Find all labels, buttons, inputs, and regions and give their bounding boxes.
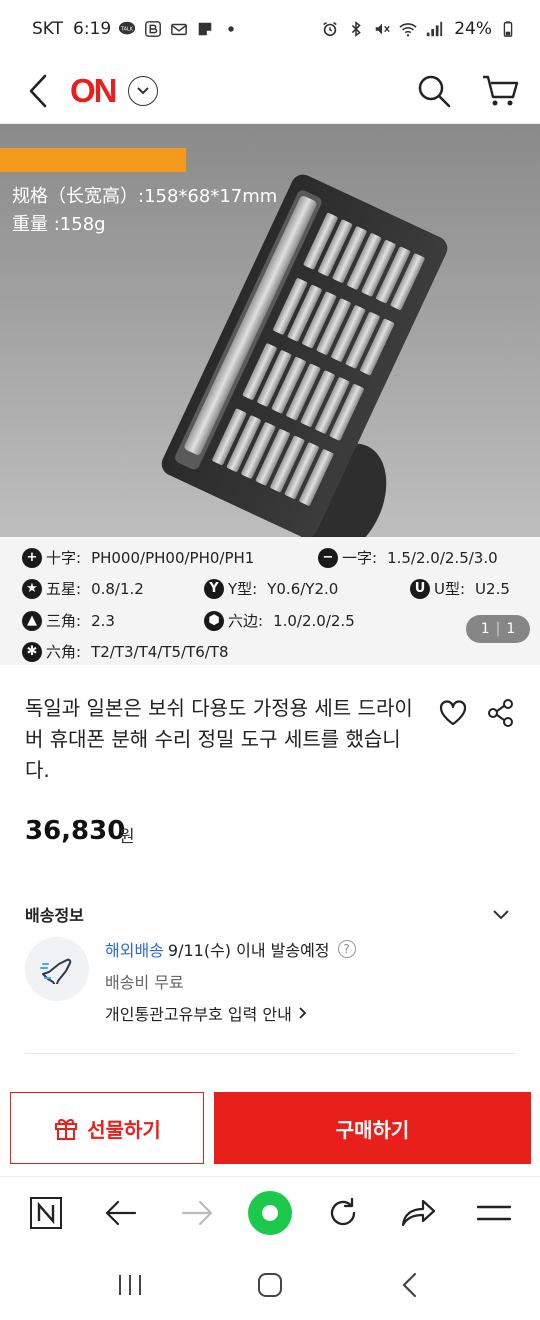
system-back-button[interactable] [385, 1260, 435, 1310]
battery-percent: 24% [454, 19, 492, 39]
wishlist-button[interactable] [438, 698, 468, 728]
refresh-icon [331, 1197, 356, 1225]
system-home-button[interactable] [245, 1260, 295, 1310]
shipping-fee: 배송비 무료 [105, 973, 184, 992]
product-image-carousel[interactable]: 规格（长宽高）:158*68*17mm 重量 :158g + 十字: PH000… [0, 124, 540, 665]
battery-icon [498, 19, 518, 39]
gift-icon [55, 1118, 78, 1140]
chevron-left-icon [29, 74, 47, 107]
price-value: 36,830 [25, 816, 126, 846]
back-button[interactable] [20, 69, 56, 113]
cart-button[interactable] [480, 71, 520, 111]
screwdriver-set-photo [161, 174, 448, 539]
browser-share-button[interactable] [395, 1189, 443, 1237]
star-icon: ★ [22, 578, 42, 599]
browser-back-button[interactable] [97, 1189, 145, 1237]
spec-item-flat: − 一字: 1.5/2.0/2.5/3.0 [318, 547, 498, 568]
y-type-icon: Y [204, 578, 224, 599]
price-unit: 원 [119, 827, 135, 847]
browser-home-button[interactable] [247, 1190, 292, 1235]
buy-button[interactable]: 구매하기 [214, 1092, 531, 1164]
status-bar: SKT 6:19 TALK 24% [0, 0, 540, 58]
service-menu-dropdown[interactable] [127, 75, 158, 106]
overseas-shipping-label: 해외배송 [105, 941, 164, 960]
share-button[interactable] [486, 698, 516, 728]
note-icon [195, 19, 215, 39]
customs-guide-link[interactable]: 개인통관고유부호 입력 안내 [105, 1001, 308, 1025]
image-spec-weight: 重量 :158g [12, 214, 106, 235]
browser-forward-button[interactable] [173, 1189, 221, 1237]
torx-icon: ✱ [22, 641, 42, 662]
refresh-button[interactable] [319, 1189, 367, 1237]
app-header: ON [0, 58, 540, 124]
counter-separator: | [495, 621, 501, 637]
hamburger-icon [477, 1205, 512, 1220]
home-icon [258, 1273, 282, 1297]
signal-icon [424, 19, 444, 39]
phillips-icon: + [22, 547, 42, 568]
chevron-down-icon [136, 86, 149, 94]
header-actions [414, 71, 520, 111]
purchase-action-bar: 선물하기 구매하기 [10, 1092, 531, 1164]
spec-item-phillips: + 十字: PH000/PH00/PH0/PH1 [22, 547, 254, 568]
shipping-schedule: 해외배송 9/11(수) 이내 발송예정 ? [105, 937, 356, 961]
chevron-right-icon [299, 1007, 307, 1019]
help-icon[interactable]: ? [337, 940, 356, 958]
share-arrow-icon [401, 1199, 435, 1226]
n-logo-icon [29, 1196, 62, 1229]
chevron-down-icon [493, 910, 509, 920]
spec-item-y-type: Y Y型: Y0.6/Y2.0 [204, 578, 338, 599]
arrow-left-icon [106, 1200, 137, 1225]
search-icon [418, 75, 451, 107]
u-type-icon: U [410, 578, 430, 599]
svg-text:TALK: TALK [120, 26, 134, 32]
wifi-icon [398, 19, 418, 39]
gift-button[interactable]: 선물하기 [10, 1092, 204, 1164]
status-right: 24% [320, 19, 518, 39]
recents-icon [119, 1275, 141, 1295]
mail-icon [169, 19, 189, 39]
browser-menu-button[interactable] [470, 1189, 518, 1237]
spec-item-torx: ✱ 六角: T2/T3/T4/T5/T6/T8 [22, 641, 229, 662]
search-button[interactable] [414, 71, 454, 111]
product-title: 독일과 일본은 보쉬 다용도 가정용 세트 드라이버 휴대폰 분해 수리 정밀 … [25, 696, 413, 782]
bluetooth-icon [346, 19, 366, 39]
section-divider [25, 1053, 515, 1054]
image-counter: 1 | 1 [466, 615, 530, 643]
spec-item-pentalobe: ★ 五星: 0.8/1.2 [22, 578, 144, 599]
shipping-section-title: 배송정보 [25, 906, 84, 925]
hexagon-icon: ⬢ [204, 610, 224, 631]
alarm-icon [320, 19, 340, 39]
airplane-icon [25, 937, 89, 1001]
share-icon [488, 699, 513, 727]
spec-item-u-type: U U型: U2.5 [410, 578, 510, 599]
naver-tab-button[interactable] [22, 1189, 70, 1237]
status-left: SKT 6:19 TALK [32, 19, 241, 39]
spec-item-hex: ⬢ 六边: 1.0/2.0/2.5 [204, 610, 355, 631]
triangle-icon: ▲ [22, 610, 42, 631]
spec-item-triangle: ▲ 三角: 2.3 [22, 610, 115, 631]
more-dot-icon [221, 19, 241, 39]
recent-apps-button[interactable] [105, 1260, 155, 1310]
heart-icon [439, 700, 467, 726]
notification-b-icon [143, 19, 163, 39]
home-dot-icon [261, 1204, 278, 1221]
kakaotalk-icon: TALK [117, 19, 137, 39]
shipping-date: 9/11(수) 이내 발송예정 [167, 941, 330, 960]
cart-icon [483, 75, 519, 105]
brand-logo[interactable]: ON [70, 72, 117, 110]
mute-icon [372, 19, 392, 39]
arrow-right-icon [181, 1200, 212, 1225]
spec-table: + 十字: PH000/PH00/PH0/PH1 − 一字: 1.5/2.0/2… [0, 537, 540, 665]
browser-toolbar [0, 1176, 540, 1248]
system-navigation [0, 1250, 540, 1320]
flat-icon: − [318, 547, 338, 568]
carrier-label: SKT [32, 19, 64, 39]
clock: 6:19 [73, 19, 112, 39]
shipping-expand-toggle[interactable] [490, 903, 512, 925]
back-icon [402, 1272, 417, 1298]
